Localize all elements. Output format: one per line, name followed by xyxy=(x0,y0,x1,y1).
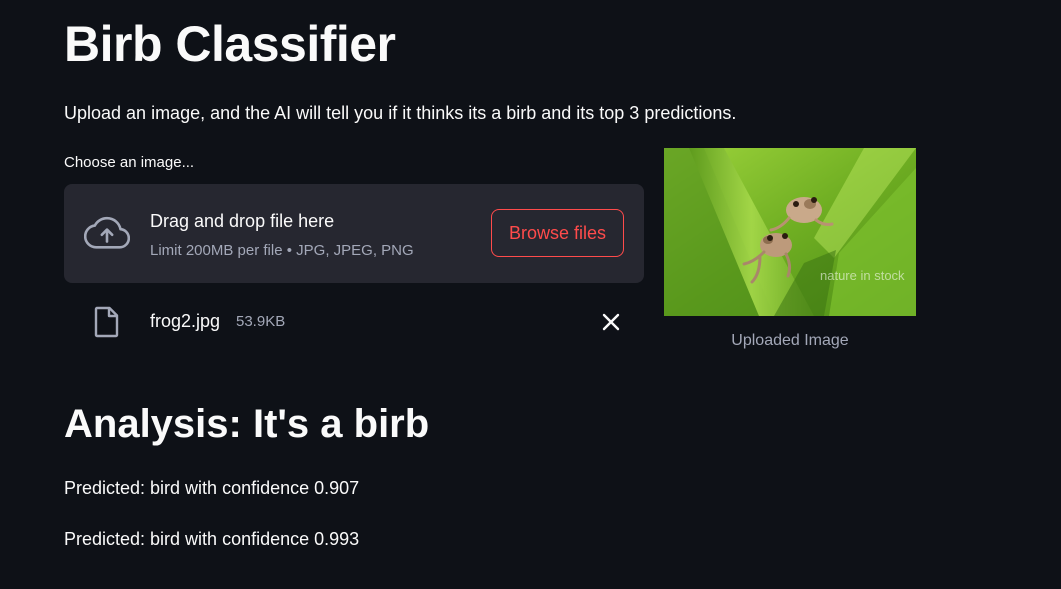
file-dropzone[interactable]: Drag and drop file here Limit 200MB per … xyxy=(64,184,644,283)
page-subtitle: Upload an image, and the AI will tell yo… xyxy=(64,103,737,123)
image-watermark: nature in stock xyxy=(820,268,905,283)
analysis-heading: Analysis: It's a birb xyxy=(64,402,430,446)
close-icon[interactable] xyxy=(600,311,622,333)
browse-files-button[interactable]: Browse files xyxy=(491,209,624,257)
image-caption: Uploaded Image xyxy=(731,332,849,349)
file-icon xyxy=(94,306,119,338)
prediction-line: Predicted: bird with confidence 0.907 xyxy=(64,478,360,498)
uploaded-file-size: 53.9KB xyxy=(236,313,286,330)
app-page: Birb Classifier Upload an image, and the… xyxy=(0,0,1061,589)
uploaded-file-name: frog2.jpg xyxy=(150,311,221,331)
prediction-line: Predicted: bird with confidence 0.993 xyxy=(64,529,360,549)
dropzone-title: Drag and drop file here xyxy=(150,211,335,231)
cloud-upload-icon xyxy=(84,216,130,249)
uploader-label: Choose an image... xyxy=(64,154,195,171)
dropzone-limit-text: Limit 200MB per file • JPG, JPEG, PNG xyxy=(150,242,414,259)
page-title: Birb Classifier xyxy=(64,16,396,72)
uploaded-file-row: frog2.jpg 53.9KB xyxy=(64,300,644,344)
uploaded-image: nature in stock xyxy=(664,148,916,316)
frog-photo: nature in stock xyxy=(664,148,916,316)
